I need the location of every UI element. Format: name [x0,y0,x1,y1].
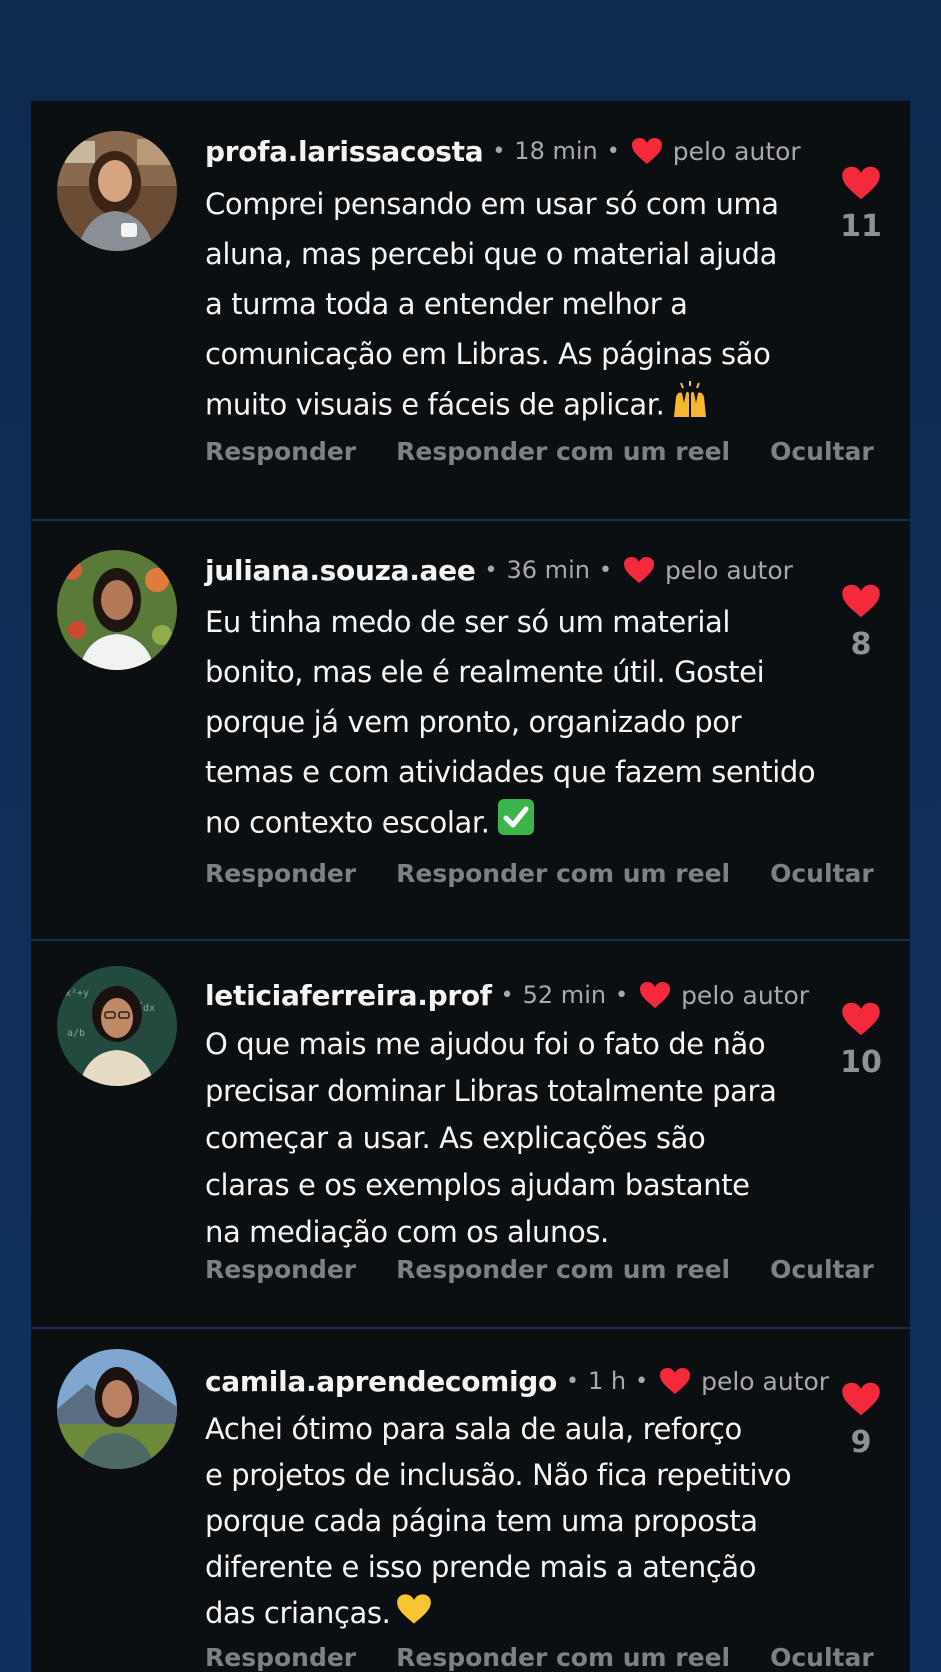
comment-text-line: a turma toda a entender melhor a [205,287,688,321]
comment-text-line: precisar dominar Libras totalmente para [205,1074,777,1108]
comment-actions: Responder Responder com um reel Ocultar [205,1643,874,1672]
timestamp: 18 min [514,137,598,165]
timestamp: 52 min [522,981,607,1009]
comment-actions: Responder Responder com um reel Ocultar [205,437,874,466]
comment-text-line-last: das crianças. [205,1590,775,1638]
svg-text:x²+y: x²+y [65,988,89,999]
comment-actions: Responder Responder com um reel Ocultar [205,1255,874,1284]
like-button[interactable]: 8 [831,583,891,662]
separator-dot: • [615,982,629,1008]
heart-icon [842,166,880,200]
username[interactable]: camila.aprendecomigo [205,1365,557,1398]
reply-button[interactable]: Responder [205,859,356,888]
yellow-heart-icon [396,1592,432,1638]
username[interactable]: profa.larissacosta [205,135,484,168]
comment-text: O que mais me ajudou foi o fato de não p… [205,1021,777,1256]
comment-header: camila.aprendecomigo • 1 h • pelo autor [205,1361,829,1401]
timestamp: 36 min [506,556,590,584]
liked-by-author-label: pelo autor [701,1366,830,1396]
separator-dot: • [500,982,514,1008]
comment-text: Eu tinha medo de ser só um material boni… [205,597,816,852]
comment-text-line: O que mais me ajudou foi o fato de não [205,1027,766,1061]
comment-text-line: Comprei pensando em usar só com uma [205,187,779,221]
comment-header: juliana.souza.aee • 36 min • pelo autor [205,550,793,590]
avatar[interactable]: x²+y ∫dx a/b [57,966,177,1086]
reply-with-reel-button[interactable]: Responder com um reel [396,437,730,466]
comment-header: profa.larissacosta • 18 min • pelo autor [205,131,801,171]
comment-text-line: e projetos de inclusão. Não fica repetit… [205,1458,792,1492]
comment-item: juliana.souza.aee • 36 min • pelo autor … [31,521,910,941]
comment-text-line-last: muito visuais e fáceis de aplicar. [205,379,775,434]
username[interactable]: leticiaferreira.prof [205,979,492,1012]
comment-item: camila.aprendecomigo • 1 h • pelo autor … [31,1329,910,1672]
check-mark-icon [496,797,536,852]
comments-panel: profa.larissacosta • 18 min • pelo autor… [31,101,910,1672]
author-heart-icon [639,981,671,1009]
reply-with-reel-button[interactable]: Responder com um reel [396,859,730,888]
like-button[interactable]: 11 [831,165,891,244]
separator-dot: • [635,1368,649,1394]
username[interactable]: juliana.souza.aee [205,554,476,587]
hide-button[interactable]: Ocultar [770,1643,874,1672]
comment-text: Achei ótimo para sala de aula, reforço e… [205,1406,792,1638]
comment-item: profa.larissacosta • 18 min • pelo autor… [31,101,910,521]
comment-text-line: aluna, mas percebi que o material ajuda [205,237,778,271]
comment-header: leticiaferreira.prof • 52 min • pelo aut… [205,975,809,1015]
comment-text-line: Eu tinha medo de ser só um material [205,605,731,639]
comment-text-line: comunicação em Libras. As páginas são [205,337,771,371]
comment-text-line: temas e com atividades que fazem sentido [205,755,816,789]
like-count: 8 [850,627,872,662]
reply-with-reel-button[interactable]: Responder com um reel [396,1643,730,1672]
comment-text-line: na mediação com os alunos. [205,1215,609,1249]
heart-icon [842,1002,880,1036]
timestamp: 1 h [587,1367,627,1395]
like-button[interactable]: 10 [831,1001,891,1080]
author-heart-icon [623,556,655,584]
liked-by-author-label: pelo autor [664,555,793,585]
comment-text-line: começar a usar. As explicações são [205,1121,706,1155]
reply-button[interactable]: Responder [205,1643,356,1672]
comment-text-line: porque já vem pronto, organizado por [205,705,742,739]
heart-icon [842,1382,880,1416]
author-heart-icon [659,1367,691,1395]
reply-with-reel-button[interactable]: Responder com um reel [396,1255,730,1284]
separator-dot: • [492,138,506,164]
like-button[interactable]: 9 [831,1381,891,1460]
separator-dot: • [484,557,498,583]
liked-by-author-label: pelo autor [681,980,810,1010]
comment-text-line: diferente e isso prende mais a atenção [205,1550,757,1584]
comment-text-line: bonito, mas ele é realmente útil. Gostei [205,655,765,689]
avatar[interactable] [57,1349,177,1469]
comment-text-segment: no contexto escolar. [205,805,490,840]
reply-button[interactable]: Responder [205,1255,356,1284]
separator-dot: • [566,1368,579,1394]
comment-text: Comprei pensando em usar só com uma alun… [205,179,779,434]
comment-text-line: Achei ótimo para sala de aula, reforço [205,1412,742,1446]
comment-text-line-last: no contexto escolar. [205,797,775,852]
liked-by-author-label: pelo autor [672,136,801,166]
comment-text-line: porque cada página tem uma proposta [205,1504,758,1538]
hide-button[interactable]: Ocultar [770,1255,874,1284]
like-count: 11 [840,209,882,244]
comment-text-segment: muito visuais e fáceis de aplicar. [205,387,665,422]
reply-button[interactable]: Responder [205,437,356,466]
avatar[interactable] [57,550,177,670]
separator-dot: • [606,138,620,164]
comment-actions: Responder Responder com um reel Ocultar [205,859,874,888]
comment-text-segment: das crianças. [205,1596,391,1630]
author-heart-icon [631,137,663,165]
like-count: 10 [840,1045,882,1080]
like-count: 9 [850,1425,872,1460]
heart-icon [842,584,880,618]
avatar[interactable] [57,131,177,251]
hide-button[interactable]: Ocultar [770,859,874,888]
hide-button[interactable]: Ocultar [770,437,874,466]
raising-hands-icon [670,379,710,434]
separator-dot: • [598,557,612,583]
svg-text:a/b: a/b [67,1028,85,1039]
comment-text-line: claras e os exemplos ajudam bastante [205,1168,750,1202]
comment-item: x²+y ∫dx a/b leticiaferreira.prof • 52 m… [31,941,910,1329]
